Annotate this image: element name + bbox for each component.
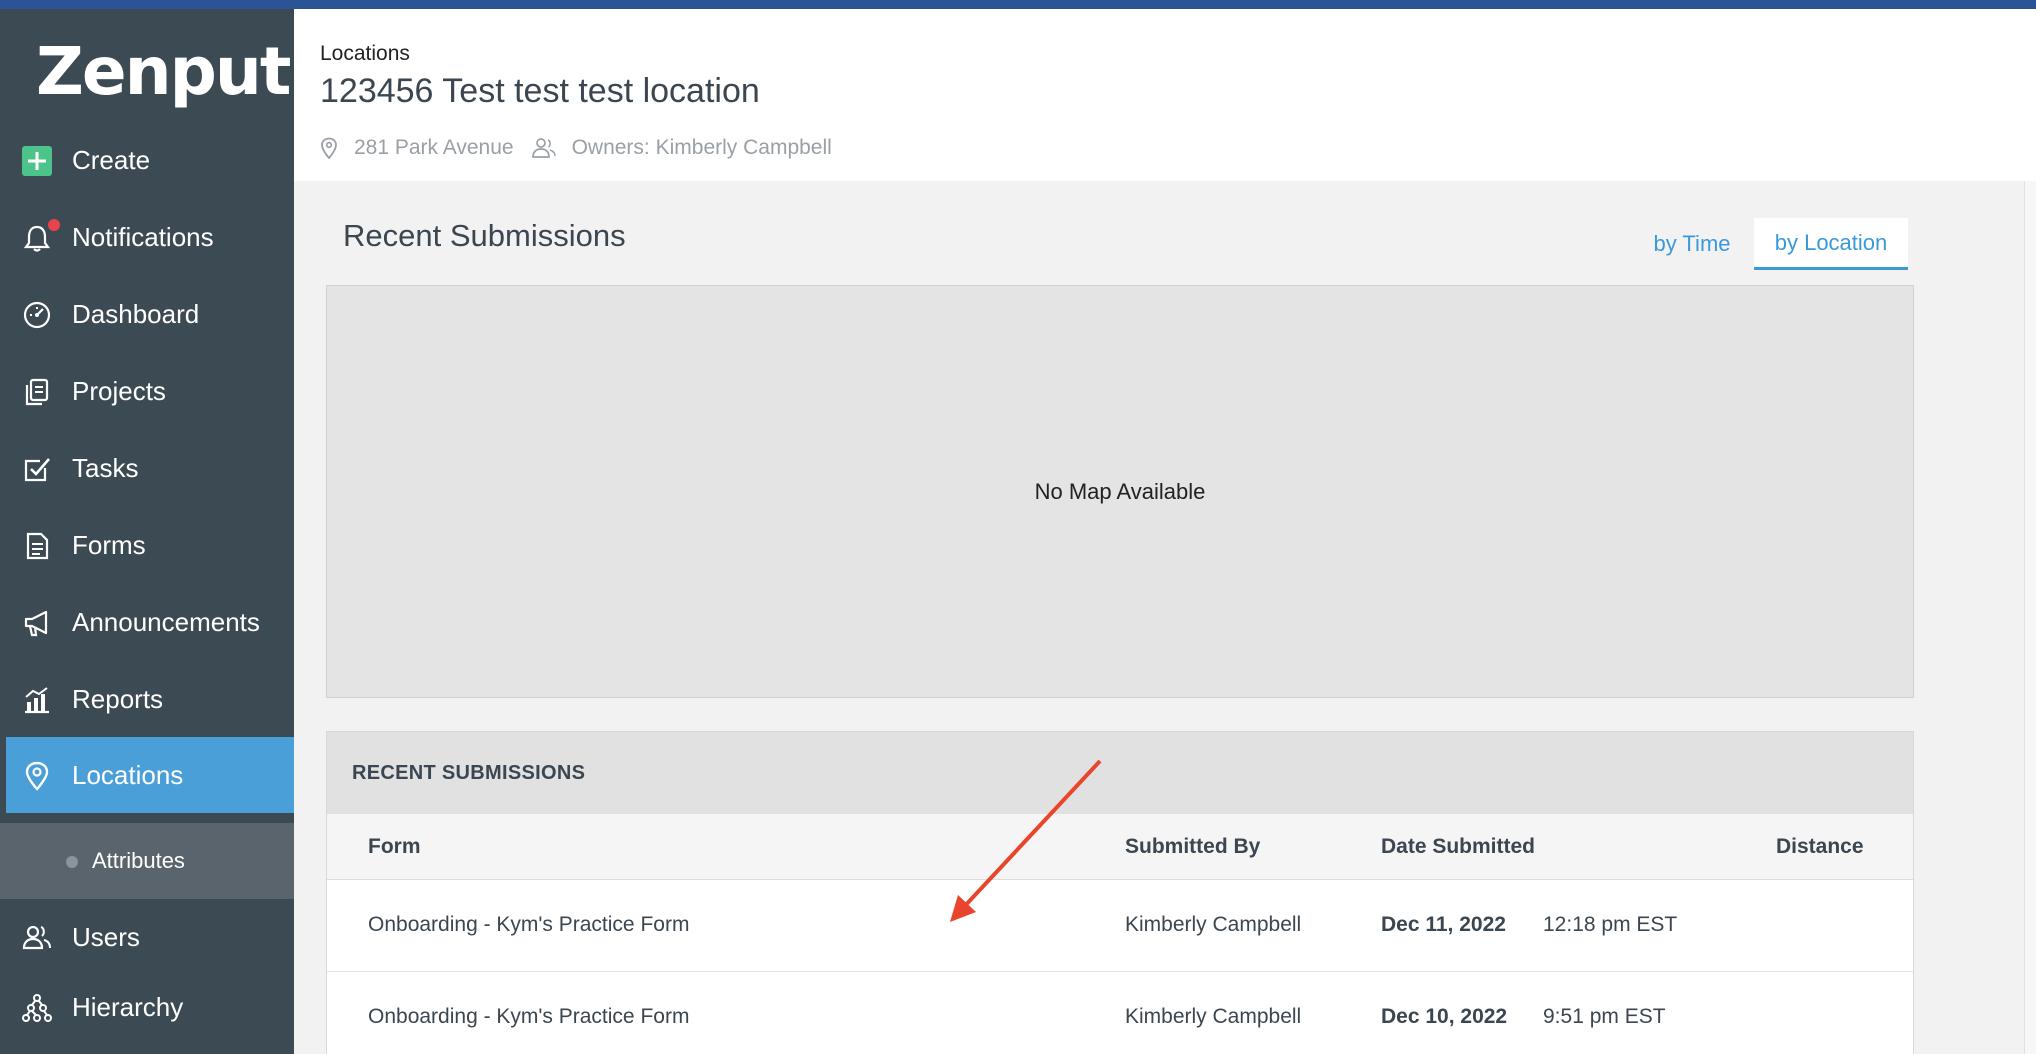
sidebar-item-label: Tasks <box>72 452 139 483</box>
row-time: 12:18 pm EST <box>1543 913 1678 936</box>
map-placeholder-text: No Map Available <box>1034 478 1206 504</box>
gauge-icon <box>23 301 51 329</box>
document-icon <box>26 532 49 560</box>
sidebar-item-label: Forms <box>72 529 146 560</box>
checkbox-icon <box>24 458 50 482</box>
sidebar-item-label: Locations <box>72 759 184 790</box>
sidebar-item-notifications[interactable]: Notifications <box>0 199 294 275</box>
column-header-submitted-by[interactable]: Submitted By <box>1125 835 1260 859</box>
notification-badge <box>48 219 60 231</box>
map-pin-icon <box>25 761 49 791</box>
sidebar-item-announcements[interactable]: Announcements <box>0 584 294 660</box>
table-header-row: Form Submitted By Date Submitted Distanc… <box>327 814 1913 880</box>
users-icon <box>531 138 556 158</box>
sidebar-item-users[interactable]: Users <box>0 899 294 975</box>
row-date: Dec 11, 2022 <box>1381 913 1506 936</box>
tab-by-location[interactable]: by Location <box>1754 218 1908 270</box>
page-title: 123456 Test test test location <box>320 72 760 110</box>
sidebar-item-create[interactable]: Create <box>0 122 294 198</box>
sidebar: Zenput. Create Notifications Dashboard P… <box>0 9 314 1054</box>
location-header: Locations 123456 Test test test location… <box>294 9 2036 181</box>
table-row[interactable]: Onboarding - Kym's Practice Form Kimberl… <box>327 973 1913 1054</box>
table-card-header: RECENT SUBMISSIONS <box>327 732 1913 814</box>
map-panel: No Map Available <box>326 285 1914 698</box>
sidebar-item-tasks[interactable]: Tasks <box>0 430 294 506</box>
sidebar-item-label: Users <box>72 921 140 952</box>
scrollbar[interactable] <box>2024 181 2036 1054</box>
sidebar-item-label: Announcements <box>72 606 260 637</box>
bell-icon <box>23 225 51 252</box>
column-header-form[interactable]: Form <box>368 835 421 859</box>
sidebar-item-forms[interactable]: Forms <box>0 507 294 583</box>
users-icon <box>22 925 51 950</box>
row-form-name[interactable]: Onboarding - Kym's Practice Form <box>368 1005 689 1029</box>
sidebar-item-locations[interactable]: Locations <box>6 737 294 813</box>
table-title: RECENT SUBMISSIONS <box>352 762 586 784</box>
sidebar-item-label: Hierarchy <box>72 991 184 1022</box>
row-form-name[interactable]: Onboarding - Kym's Practice Form <box>368 913 689 937</box>
section-title: Recent Submissions <box>343 218 626 253</box>
column-header-distance[interactable]: Distance <box>1776 835 1864 859</box>
sidebar-subitem-attributes[interactable]: Attributes <box>0 823 294 899</box>
bullet-icon <box>66 856 78 868</box>
column-header-date-submitted[interactable]: Date Submitted <box>1381 835 1535 859</box>
megaphone-icon <box>24 610 48 637</box>
row-time: 9:51 pm EST <box>1543 1005 1666 1028</box>
sidebar-subitem-label: Attributes <box>92 848 185 873</box>
recent-submissions-table: RECENT SUBMISSIONS Form Submitted By Dat… <box>326 731 1914 1054</box>
projects-icon <box>25 378 49 406</box>
breadcrumb[interactable]: Locations <box>320 42 410 66</box>
sidebar-item-reports[interactable]: Reports <box>0 661 294 737</box>
location-address: 281 Park Avenue <box>354 136 514 159</box>
sidebar-item-hierarchy[interactable]: Hierarchy <box>0 969 294 1045</box>
location-meta: 281 Park Avenue Owners: Kimberly Campbel… <box>320 133 832 163</box>
sidebar-item-label: Reports <box>72 683 164 714</box>
map-pin-icon <box>321 137 337 159</box>
row-date: Dec 10, 2022 <box>1381 1005 1508 1028</box>
tab-by-time[interactable]: by Time <box>1634 218 1750 270</box>
top-accent-strip <box>0 0 2036 9</box>
row-submitted-by: Kimberly Campbell <box>1125 913 1302 936</box>
sidebar-item-label: Dashboard <box>72 298 200 329</box>
sidebar-item-label: Create <box>72 144 151 175</box>
sidebar-item-label: Projects <box>72 375 166 406</box>
hierarchy-icon <box>22 994 52 1022</box>
row-submitted-by: Kimberly Campbell <box>1125 1005 1302 1028</box>
table-row[interactable]: Onboarding - Kym's Practice Form Kimberl… <box>327 881 1913 972</box>
bar-chart-icon <box>25 687 49 714</box>
sidebar-item-projects[interactable]: Projects <box>0 353 294 429</box>
location-owners: Owners: Kimberly Campbell <box>571 136 832 159</box>
zenput-logo[interactable]: Zenput. <box>36 27 314 117</box>
sidebar-item-dashboard[interactable]: Dashboard <box>0 276 294 352</box>
sidebar-item-label: Notifications <box>72 221 214 252</box>
plus-icon <box>22 146 52 176</box>
